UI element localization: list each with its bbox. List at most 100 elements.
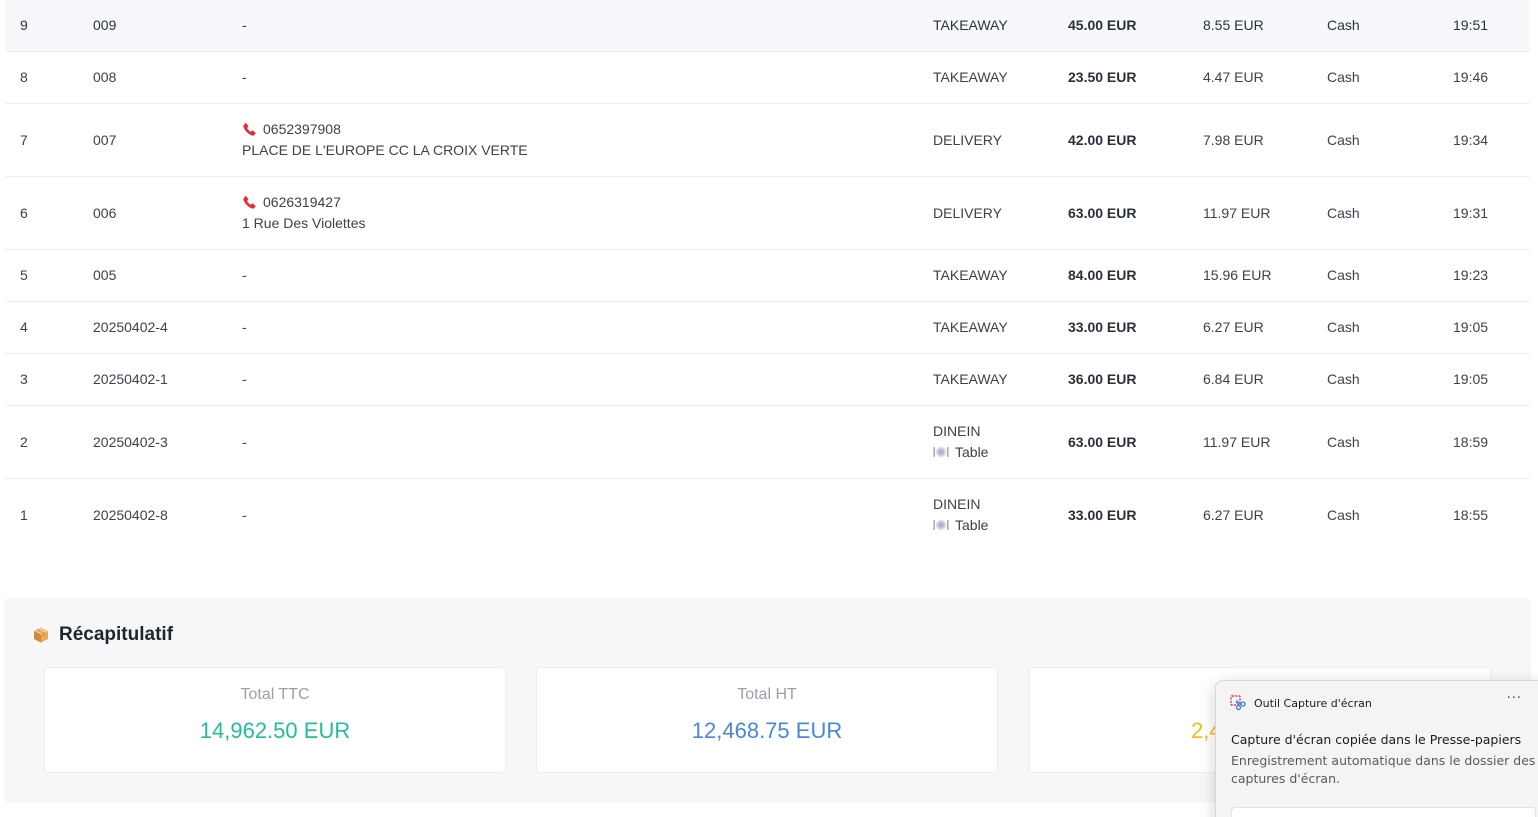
order-number: 5: [5, 249, 78, 302]
snipping-tool-icon: [1230, 695, 1246, 711]
order-type: TAKEAWAY: [918, 249, 1053, 302]
order-total-ttc: 23.50 EUR: [1053, 51, 1188, 104]
client-phone-line: 0652397908: [242, 119, 918, 140]
order-time: 19:23: [1438, 249, 1530, 302]
table-row[interactable]: 6 006 0626319427 1 Rue Des Violettes DEL…: [5, 176, 1530, 250]
order-type: DELIVERY: [918, 176, 1053, 250]
order-payment: Cash: [1312, 249, 1438, 302]
table-row[interactable]: 9 009 - TAKEAWAY 45.00 EUR 8.55 EUR Cash…: [5, 0, 1530, 52]
plate-icon: [933, 447, 949, 457]
order-type: DINEIN Table: [918, 405, 1053, 479]
order-id: 20250402-8: [93, 506, 168, 523]
summary-header: Récapitulatif: [32, 624, 173, 646]
toast-app-name: Outil Capture d'écran: [1254, 696, 1372, 710]
order-total-ttc: 33.00 EUR: [1053, 301, 1188, 354]
order-type: TAKEAWAY: [918, 51, 1053, 104]
table-row[interactable]: 2 20250402-3 - DINEIN Table 63.00 EUR 11…: [5, 405, 1530, 479]
order-number: 4: [5, 301, 78, 354]
order-number: 8: [5, 51, 78, 104]
order-payment: Cash: [1312, 176, 1438, 250]
toast-header: Outil Capture d'écran: [1230, 695, 1372, 711]
order-type: DELIVERY: [918, 103, 1053, 177]
plate-icon: [933, 520, 949, 531]
table-row[interactable]: 3 20250402-1 - TAKEAWAY 36.00 EUR 6.84 E…: [5, 353, 1530, 406]
order-client: -: [227, 405, 918, 479]
stat-value: 14,962.50 EUR: [199, 718, 351, 743]
client-phone-line: 0626319427: [242, 192, 918, 213]
order-number: 1: [20, 506, 28, 523]
order-type: TAKEAWAY: [918, 301, 1053, 354]
order-payment: Cash: [1327, 506, 1360, 523]
order-time: 19:51: [1438, 0, 1530, 52]
order-id: 20250402-3: [78, 405, 227, 479]
table-row[interactable]: 7 007 0652397908 PLACE DE L'EUROPE CC LA…: [5, 103, 1530, 177]
table-row[interactable]: 8 008 - TAKEAWAY 23.50 EUR 4.47 EUR Cash…: [5, 51, 1530, 104]
order-type: DINEIN Table: [918, 478, 1053, 551]
order-type: TAKEAWAY: [918, 0, 1053, 52]
order-total-ttc: 63.00 EUR: [1053, 405, 1188, 479]
order-time: 19:05: [1438, 353, 1530, 406]
order-tva: 11.97 EUR: [1188, 176, 1312, 250]
order-client: -: [227, 353, 918, 406]
order-number: 7: [5, 103, 78, 177]
more-options-button[interactable]: ···: [1507, 691, 1522, 706]
order-number: 9: [5, 0, 78, 52]
order-id: 006: [78, 176, 227, 250]
table-row[interactable]: 4 20250402-4 - TAKEAWAY 33.00 EUR 6.27 E…: [5, 301, 1530, 354]
screenshot-thumbnail[interactable]: [1231, 807, 1536, 817]
client-address: 1 Rue Des Violettes: [242, 214, 366, 231]
order-total-ttc: 84.00 EUR: [1053, 249, 1188, 302]
order-tva: 11.97 EUR: [1188, 405, 1312, 479]
order-client: -: [227, 0, 918, 52]
order-payment: Cash: [1312, 51, 1438, 104]
orders-table: 9 009 - TAKEAWAY 45.00 EUR 8.55 EUR Cash…: [5, 0, 1530, 551]
order-payment: Cash: [1312, 0, 1438, 52]
order-tva: 6.27 EUR: [1203, 506, 1264, 523]
order-type-label: DINEIN: [933, 422, 981, 439]
total-ttc-card: Total TTC 14,962.50 EUR: [44, 667, 506, 773]
order-time: 19:31: [1438, 176, 1530, 250]
order-id: 005: [78, 249, 227, 302]
table-label: Table: [955, 516, 989, 533]
order-payment: Cash: [1312, 103, 1438, 177]
stat-label: Total HT: [737, 686, 797, 703]
order-number: 6: [5, 176, 78, 250]
order-id: 009: [78, 0, 227, 52]
table-row[interactable]: 1 20250402-8 - DINEIN Table 33.00 EUR 6.…: [5, 478, 1530, 551]
table-indicator: Table: [933, 442, 1053, 463]
order-client: -: [227, 301, 918, 354]
order-total-ttc: 42.00 EUR: [1053, 103, 1188, 177]
order-payment: Cash: [1312, 353, 1438, 406]
stat-value: 12,468.75 EUR: [691, 718, 843, 743]
phone-icon: [243, 195, 256, 209]
order-number: 2: [5, 405, 78, 479]
order-id: 20250402-1: [78, 353, 227, 406]
order-tva: 6.84 EUR: [1188, 353, 1312, 406]
order-total-ttc: 45.00 EUR: [1053, 0, 1188, 52]
order-total-ttc: 63.00 EUR: [1053, 176, 1188, 250]
order-id: 008: [78, 51, 227, 104]
order-client: 0626319427 1 Rue Des Violettes: [227, 176, 918, 250]
summary-title: Récapitulatif: [59, 624, 174, 645]
order-time: 18:59: [1438, 405, 1530, 479]
order-tva: 7.98 EUR: [1188, 103, 1312, 177]
order-type-label: DINEIN: [933, 495, 981, 512]
table-indicator: Table: [933, 515, 1053, 536]
order-tva: 8.55 EUR: [1188, 0, 1312, 52]
order-number: 3: [5, 353, 78, 406]
package-icon: [34, 627, 48, 643]
order-type: TAKEAWAY: [918, 353, 1053, 406]
order-payment: Cash: [1312, 301, 1438, 354]
order-total-ttc: 36.00 EUR: [1053, 353, 1188, 406]
client-phone: 0652397908: [263, 120, 341, 137]
phone-icon: [243, 122, 256, 136]
total-ht-card: Total HT 12,468.75 EUR: [536, 667, 998, 773]
toast-title: Capture d'écran copiée dans le Presse-pa…: [1231, 732, 1522, 747]
toast-body: Enregistrement automatique dans le dossi…: [1231, 753, 1536, 786]
order-client: -: [242, 506, 247, 523]
order-id: 007: [78, 103, 227, 177]
order-tva: 4.47 EUR: [1188, 51, 1312, 104]
order-time: 18:55: [1453, 506, 1489, 523]
table-row[interactable]: 5 005 - TAKEAWAY 84.00 EUR 15.96 EUR Cas…: [5, 249, 1530, 302]
snipping-tool-notification[interactable]: Outil Capture d'écran ··· Capture d'écra…: [1215, 680, 1538, 817]
